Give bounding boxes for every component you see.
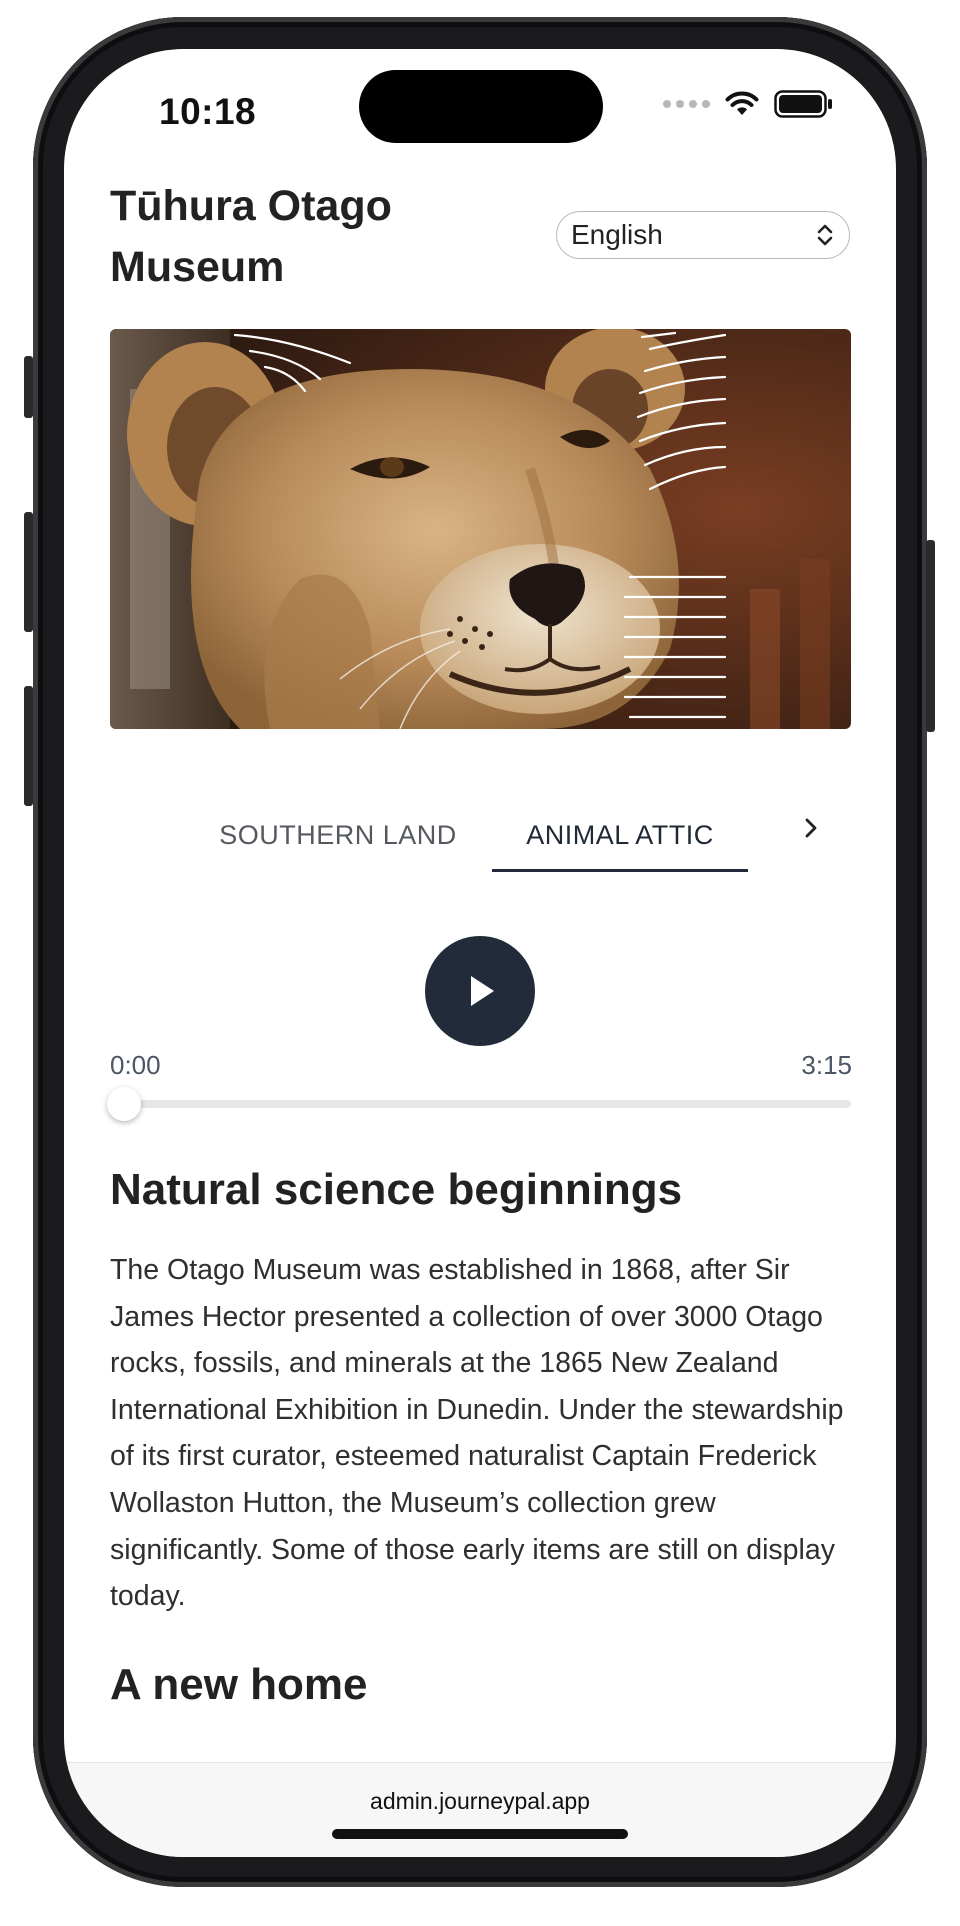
wifi-icon xyxy=(725,91,759,115)
phone-screen: 10:18 Tūhura Otago Museum English SOUTHE… xyxy=(64,49,896,1857)
current-time: 0:00 xyxy=(110,1050,161,1080)
chevron-right-icon xyxy=(805,818,817,838)
battery-icon xyxy=(774,90,832,118)
signal-icon xyxy=(663,100,710,108)
tab-southern-land-label: SOUTHERN LAND xyxy=(219,819,457,850)
volume-down-button xyxy=(24,686,33,806)
article-heading-1: Natural science beginnings xyxy=(110,1165,683,1214)
language-select[interactable]: English xyxy=(556,211,850,259)
status-time: 10:18 xyxy=(159,91,257,132)
tab-southern-land[interactable]: SOUTHERN LAND xyxy=(218,787,458,883)
tab-scroll-next-button[interactable] xyxy=(791,808,831,848)
play-icon xyxy=(471,976,494,1006)
progress-track[interactable] xyxy=(110,1100,851,1108)
exhibit-image xyxy=(110,329,851,729)
article-paragraph-1: The Otago Museum was established in 1868… xyxy=(110,1254,844,1613)
volume-up-button xyxy=(24,512,33,632)
tab-animal-attic-label: ANIMAL ATTIC xyxy=(526,819,714,850)
home-indicator[interactable] xyxy=(332,1829,628,1839)
progress-knob[interactable] xyxy=(107,1087,141,1121)
dynamic-island xyxy=(359,70,603,143)
article-heading-2: A new home xyxy=(110,1660,368,1709)
chevron-up-down-icon xyxy=(817,224,833,246)
silent-switch xyxy=(24,356,33,418)
duration: 3:15 xyxy=(801,1050,852,1080)
language-select-value: English xyxy=(571,219,663,250)
browser-url[interactable]: admin.journeypal.app xyxy=(64,1788,896,1815)
active-tab-indicator xyxy=(492,869,748,872)
power-button xyxy=(926,540,935,732)
status-icons xyxy=(663,89,834,119)
page-title: Tūhura Otago Museum xyxy=(110,182,392,291)
play-button[interactable] xyxy=(425,936,535,1046)
